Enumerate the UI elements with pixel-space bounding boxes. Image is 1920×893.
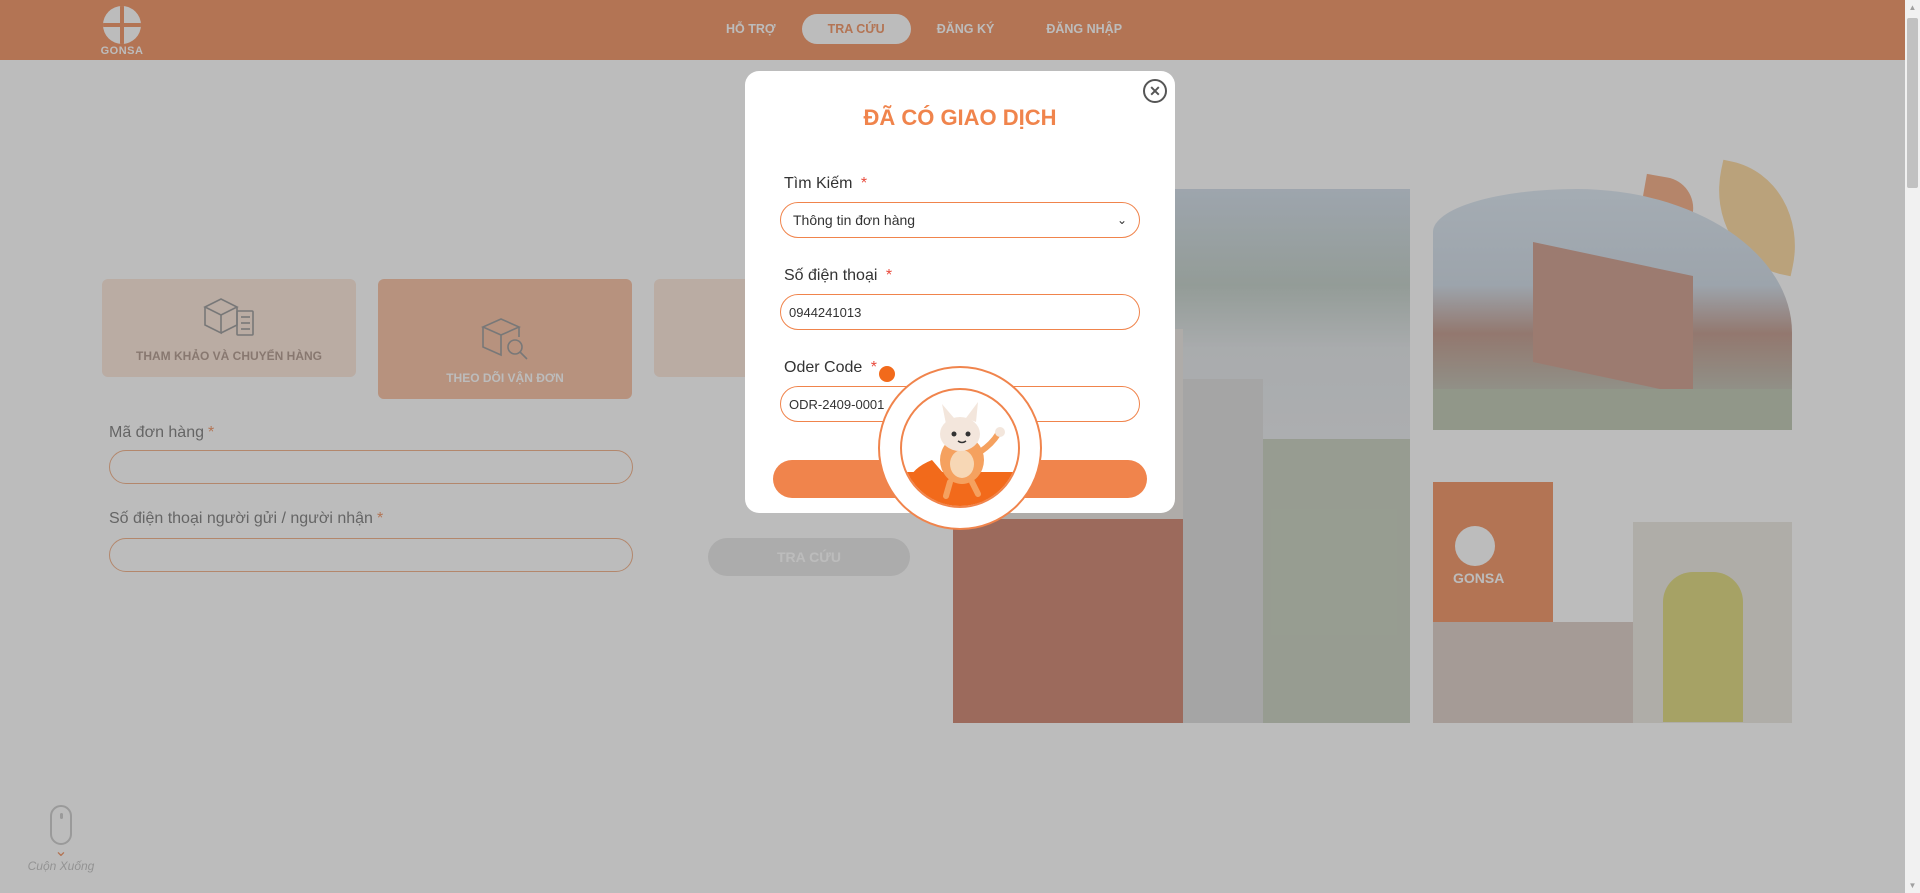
loading-spinner xyxy=(878,366,1042,530)
mascot-frame xyxy=(900,388,1020,508)
scroll-up-arrow-icon[interactable]: ▲ xyxy=(1908,3,1917,12)
phone-label: Số điện thoại * xyxy=(784,267,893,284)
mascot-icon xyxy=(902,402,1018,506)
scroll-down-arrow-icon[interactable]: ▼ xyxy=(1908,881,1917,890)
chevron-down-icon: ⌄ xyxy=(1116,213,1127,227)
loader-orbit-dot xyxy=(879,366,895,382)
scrollbar-thumb[interactable] xyxy=(1907,18,1918,188)
order-code-label: Oder Code * xyxy=(784,359,877,376)
phone-input[interactable]: 0944241013 xyxy=(780,294,1140,330)
search-type-select[interactable]: Thông tin đơn hàng ⌄ xyxy=(780,202,1140,238)
page-scrollbar[interactable]: ▲ ▼ xyxy=(1905,0,1920,893)
modal-title: ĐÃ CÓ GIAO DỊCH xyxy=(863,105,1057,130)
search-type-label: Tìm Kiếm * xyxy=(784,175,868,192)
close-icon[interactable]: ✕ xyxy=(1143,79,1167,103)
